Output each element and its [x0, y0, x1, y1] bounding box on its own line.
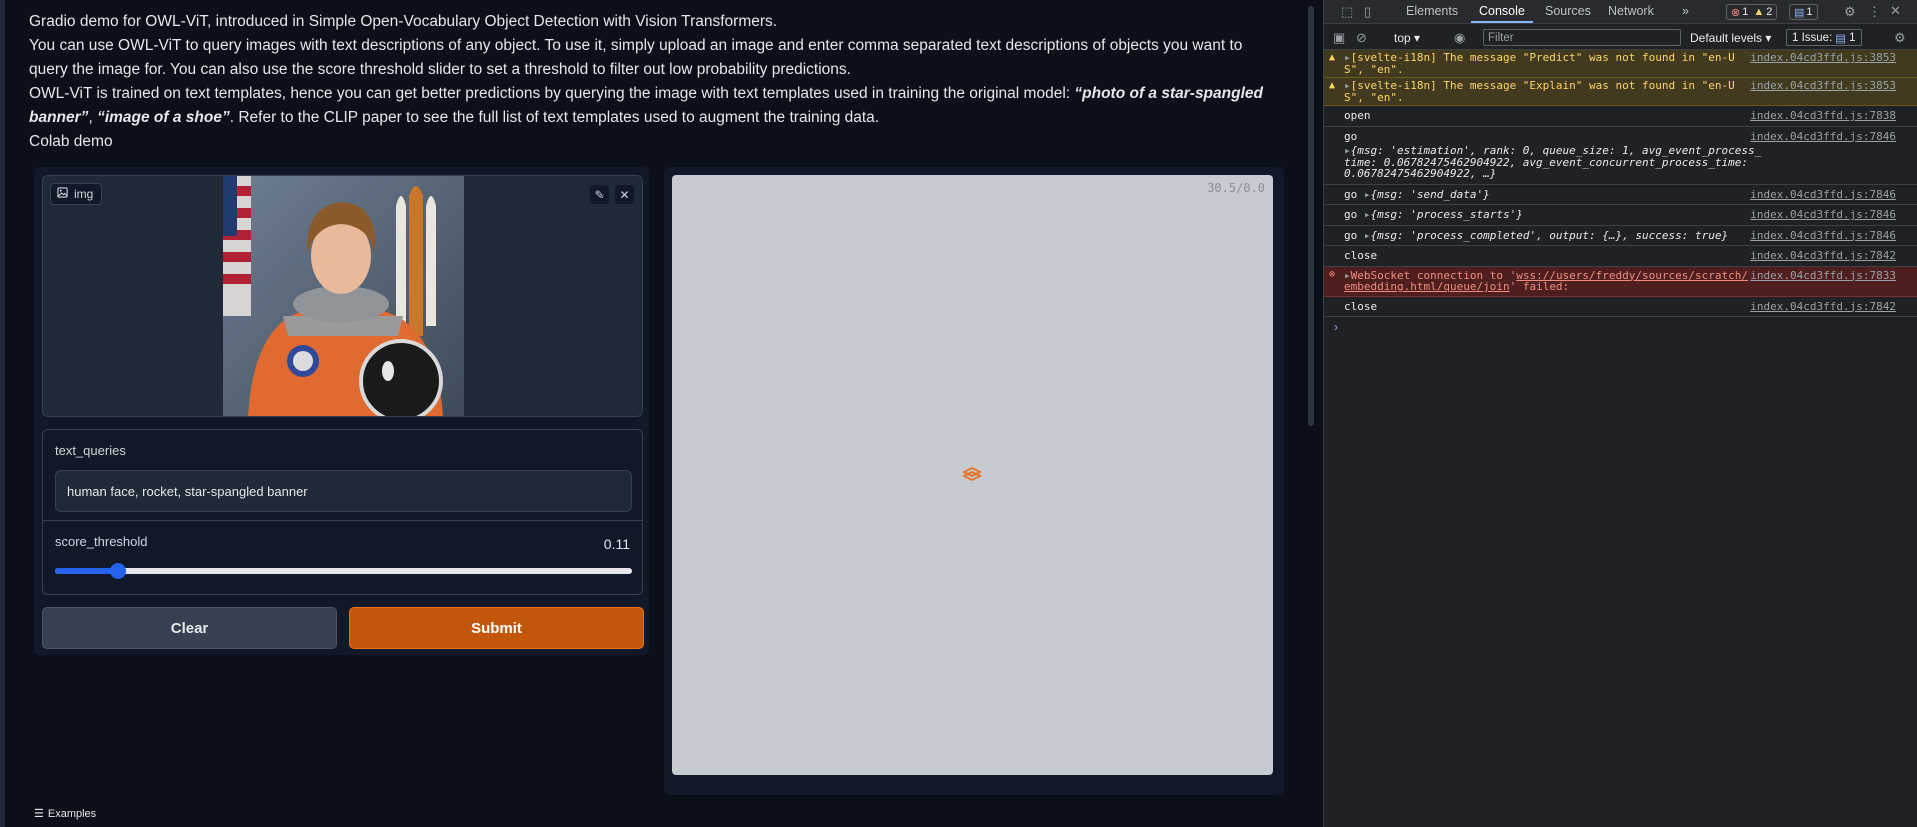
- console-toolbar: ▣ ⊘ top ▾ ◉ Filter Default levels ▾ 1 Is…: [1324, 25, 1917, 50]
- loading-icon: [961, 465, 983, 488]
- message-icon: ▤: [1794, 6, 1805, 19]
- slider-thumb[interactable]: [110, 563, 127, 579]
- score-threshold-block: score_threshold 0.11: [42, 521, 643, 595]
- score-threshold-value[interactable]: 0.11: [604, 536, 630, 552]
- console-row[interactable]: go ▸{msg: 'send_data'} index.04cd3ffd.js…: [1324, 185, 1917, 205]
- clear-console-icon[interactable]: ⊘: [1356, 30, 1367, 46]
- context-select[interactable]: top ▾: [1394, 31, 1420, 45]
- image-input[interactable]: img ✎ ✕: [42, 175, 643, 417]
- input-panel: img ✎ ✕ text_queries human face, rocket,…: [34, 167, 649, 655]
- description: Gradio demo for OWL-ViT, introduced in S…: [29, 10, 1279, 154]
- device-toggle-icon[interactable]: ▯: [1364, 4, 1371, 20]
- tab-console[interactable]: Console: [1471, 4, 1533, 23]
- sidebar-toggle-icon[interactable]: ▣: [1333, 30, 1345, 46]
- issues-badge[interactable]: 1 Issue: ▤ 1: [1786, 29, 1862, 46]
- warning-icon: ▲: [1329, 52, 1336, 63]
- source-link[interactable]: index.04cd3ffd.js:3853: [1750, 52, 1896, 64]
- console-filter-input[interactable]: Filter: [1483, 29, 1681, 46]
- console-prompt[interactable]: ›: [1334, 320, 1338, 334]
- output-panel: 30.5/0.0: [664, 167, 1284, 795]
- devtools-panel: ⬚ ▯ Elements Console Sources Network » ⊗…: [1323, 0, 1917, 827]
- process-starts-object: {msg: 'process_starts'}: [1370, 208, 1523, 221]
- estimation-object: {msg: 'estimation', rank: 0, queue_size:…: [1344, 144, 1762, 180]
- console-row[interactable]: go ▸{msg: 'process_completed', output: {…: [1324, 226, 1917, 246]
- error-icon: ⊗: [1731, 6, 1741, 19]
- eye-icon[interactable]: ◉: [1454, 30, 1465, 46]
- log-levels-select[interactable]: Default levels ▾: [1690, 31, 1771, 45]
- source-link[interactable]: index.04cd3ffd.js:7838: [1750, 110, 1896, 122]
- source-link[interactable]: index.04cd3ffd.js:7846: [1750, 209, 1896, 221]
- edit-icon[interactable]: ✎: [590, 185, 609, 204]
- source-link[interactable]: index.04cd3ffd.js:7833: [1750, 269, 1896, 282]
- text-queries-input[interactable]: human face, rocket, star-spangled banner: [55, 470, 632, 512]
- image-tools: ✎ ✕: [590, 185, 634, 204]
- warning-icon: ▲: [1329, 80, 1336, 91]
- source-link[interactable]: index.04cd3ffd.js:7842: [1750, 250, 1896, 262]
- close-devtools-icon[interactable]: ✕: [1890, 3, 1901, 19]
- console-settings-icon[interactable]: ⚙: [1894, 30, 1906, 46]
- desc-line-1: Gradio demo for OWL-ViT, introduced in S…: [29, 13, 778, 30]
- gradio-app: Gradio demo for OWL-ViT, introduced in S…: [0, 0, 1303, 827]
- close-icon[interactable]: ✕: [615, 185, 634, 204]
- astronaut-photo: [223, 176, 464, 416]
- submit-button[interactable]: Submit: [349, 607, 644, 649]
- warning-icon: ▲: [1753, 6, 1765, 18]
- score-threshold-slider[interactable]: [55, 563, 632, 579]
- desc-line-3: OWL-ViT is trained on text templates, he…: [29, 85, 1263, 126]
- progress-timer: 30.5/0.0: [1207, 181, 1265, 195]
- source-link[interactable]: index.04cd3ffd.js:7846: [1750, 130, 1896, 143]
- source-link[interactable]: index.04cd3ffd.js:7846: [1750, 229, 1896, 242]
- console-row[interactable]: ▲ ▸[svelte-i18n] The message "Explain" w…: [1324, 78, 1917, 106]
- desc-line-2: You can use OWL-ViT to query images with…: [29, 37, 1243, 78]
- console-row[interactable]: open index.04cd3ffd.js:7838: [1324, 106, 1917, 127]
- devtools-tabbar: ⬚ ▯ Elements Console Sources Network » ⊗…: [1324, 0, 1917, 24]
- source-link[interactable]: index.04cd3ffd.js:7846: [1750, 188, 1896, 201]
- colab-demo-link[interactable]: Colab demo: [29, 130, 1279, 154]
- info-count[interactable]: ▤ 1: [1789, 4, 1818, 20]
- text-queries-label: text_queries: [55, 443, 126, 458]
- console-row[interactable]: close index.04cd3ffd.js:7842: [1324, 246, 1917, 267]
- console-row[interactable]: close index.04cd3ffd.js:7842: [1324, 297, 1917, 317]
- page-scrollbar[interactable]: [1303, 0, 1319, 827]
- output-image: 30.5/0.0: [672, 175, 1273, 775]
- template-example-2: “image of a shoe”: [97, 109, 230, 126]
- inspect-icon[interactable]: ⬚: [1341, 4, 1353, 20]
- tab-sources[interactable]: Sources: [1545, 4, 1591, 18]
- examples-toggle[interactable]: ☰ Examples: [34, 807, 96, 821]
- text-queries-block: text_queries human face, rocket, star-sp…: [42, 429, 643, 521]
- source-link[interactable]: index.04cd3ffd.js:7842: [1750, 300, 1896, 313]
- more-tabs-icon[interactable]: »: [1682, 4, 1689, 18]
- console-row[interactable]: go ▸{msg: 'process_starts'} index.04cd3f…: [1324, 205, 1917, 226]
- console-row[interactable]: go ▸{msg: 'estimation', rank: 0, queue_s…: [1324, 127, 1917, 185]
- tab-elements[interactable]: Elements: [1406, 4, 1458, 18]
- source-link[interactable]: index.04cd3ffd.js:3853: [1750, 80, 1896, 92]
- img-label: img: [50, 183, 103, 205]
- slider-fill: [55, 568, 119, 574]
- score-threshold-label: score_threshold: [55, 534, 148, 549]
- error-icon: ⊗: [1329, 268, 1336, 280]
- send-data-object: {msg: 'send_data'}: [1370, 187, 1490, 201]
- console-row[interactable]: ⊗ ▸WebSocket connection to 'wss://users/…: [1324, 266, 1917, 297]
- kebab-menu-icon[interactable]: ⋮: [1868, 4, 1881, 20]
- tab-network[interactable]: Network: [1608, 4, 1654, 18]
- image-icon: [57, 187, 68, 201]
- issue-icon: ▤: [1835, 32, 1847, 45]
- error-warning-counts[interactable]: ⊗ 1 ▲ 2: [1726, 4, 1778, 20]
- clear-button[interactable]: Clear: [42, 607, 337, 649]
- settings-icon[interactable]: ⚙: [1844, 4, 1856, 20]
- console-log: ▲ ▸[svelte-i18n] The message "Predict" w…: [1324, 50, 1917, 337]
- list-icon: ☰: [34, 808, 44, 820]
- process-completed-object: {msg: 'process_completed', output: {…}, …: [1370, 228, 1729, 242]
- console-row[interactable]: ▲ ▸[svelte-i18n] The message "Predict" w…: [1324, 50, 1917, 78]
